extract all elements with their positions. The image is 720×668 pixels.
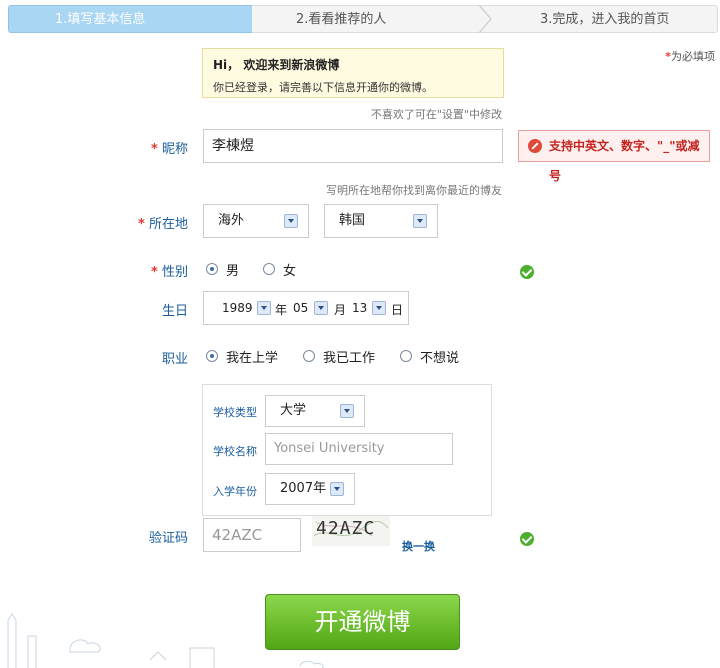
nickname-input[interactable]: 李棟煜 — [203, 129, 503, 163]
step-fill-info: 1.填写基本信息 — [8, 5, 252, 33]
country-select[interactable]: 韩国 — [324, 204, 438, 238]
location-label: * 所在地 — [138, 217, 188, 232]
chevron-down-icon — [413, 214, 427, 228]
school-panel: 学校类型 大学 学校名称 Yonsei University 入学年份 2007… — [202, 384, 492, 516]
gender-male-radio[interactable] — [206, 263, 218, 275]
chevron-down-icon[interactable] — [257, 301, 271, 315]
birth-year-unit: 年 — [275, 303, 288, 317]
nickname-label: * 昵称 — [151, 142, 188, 157]
region-select[interactable]: 海外 — [203, 204, 309, 238]
entry-year-label: 入学年份 — [213, 485, 257, 498]
nickname-error: 支持中英文、数字、"_"或减号 — [518, 130, 710, 183]
captcha-image-text: 42AZC — [316, 518, 376, 539]
forbidden-icon — [528, 139, 542, 153]
progress-steps: 1.填写基本信息 2.看看推荐的人 3.完成，进入我的首页 — [8, 5, 718, 33]
chevron-down-icon[interactable] — [314, 301, 328, 315]
chevron-down-icon — [330, 482, 344, 496]
occupation-working-label[interactable]: 我已工作 — [323, 347, 375, 366]
chevron-down-icon — [284, 214, 298, 228]
step-finish: 3.完成，进入我的首页 — [492, 5, 718, 33]
birth-day[interactable]: 13 — [352, 301, 367, 315]
birth-month-unit: 月 — [334, 303, 347, 317]
birth-day-unit: 日 — [391, 303, 404, 317]
gender-male-label[interactable]: 男 — [226, 260, 239, 279]
location-hint: 写明所在地帮你找到离你最近的博友 — [326, 184, 502, 197]
birthday-label: 生日 — [161, 304, 188, 319]
occupation-none-label[interactable]: 不想说 — [420, 347, 459, 366]
birth-month[interactable]: 05 — [293, 301, 308, 315]
check-icon — [520, 532, 534, 546]
school-name-label: 学校名称 — [213, 445, 257, 458]
required-note: *为必填项 — [665, 50, 715, 63]
check-icon — [520, 265, 534, 279]
welcome-box: Hi， 欢迎来到新浪微博 你已经登录，请完善以下信息开通你的微博。 — [202, 48, 504, 98]
gender-female-radio[interactable] — [263, 263, 275, 275]
occupation-label: 职业 — [161, 352, 188, 367]
nickname-hint: 不喜欢了可在"设置"中修改 — [370, 108, 502, 121]
entry-year-select[interactable]: 2007年 — [265, 473, 355, 505]
occupation-none-radio[interactable] — [400, 350, 412, 362]
captcha-image[interactable]: 42AZC — [312, 516, 390, 546]
occupation-student-radio[interactable] — [206, 350, 218, 362]
occupation-working-radio[interactable] — [303, 350, 315, 362]
step-recommended: 2.看看推荐的人 — [252, 5, 492, 33]
chevron-down-icon — [340, 404, 354, 418]
step-separator — [478, 5, 492, 33]
captcha-input[interactable]: 42AZC — [203, 518, 301, 552]
school-type-select[interactable]: 大学 — [265, 395, 365, 427]
gender-label: * 性别 — [151, 265, 188, 280]
captcha-label: 验证码 — [148, 531, 188, 546]
birth-year[interactable]: 1989 — [222, 301, 253, 315]
school-name-input[interactable]: Yonsei University — [265, 433, 453, 465]
welcome-title: Hi， 欢迎来到新浪微博 — [213, 58, 340, 72]
gender-female-label[interactable]: 女 — [283, 260, 296, 279]
refresh-captcha-link[interactable]: 换一换 — [402, 538, 435, 554]
birthday-picker: 1989 年 05 月 13 日 — [203, 291, 409, 325]
school-type-label: 学校类型 — [213, 406, 257, 419]
occupation-student-label[interactable]: 我在上学 — [226, 347, 278, 366]
chevron-down-icon[interactable] — [372, 301, 386, 315]
welcome-text: 你已经登录，请完善以下信息开通你的微博。 — [213, 81, 433, 94]
submit-button[interactable]: 开通微博 — [265, 594, 460, 650]
